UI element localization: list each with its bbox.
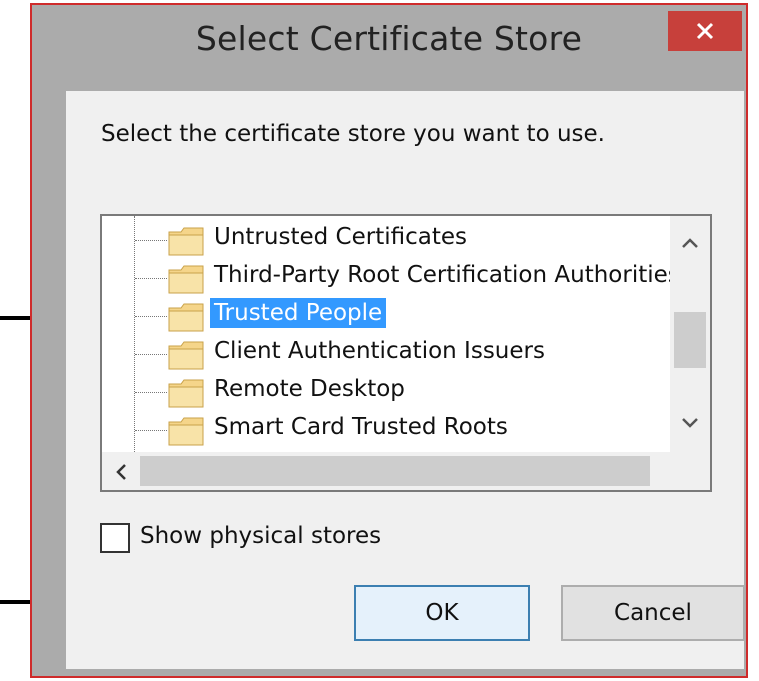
vertical-scrollbar[interactable] — [670, 216, 710, 452]
tree-item-remote-desktop[interactable]: Remote Desktop — [102, 372, 670, 410]
tree-connector — [135, 354, 167, 355]
chevron-down-icon[interactable] — [680, 416, 700, 430]
close-icon — [696, 22, 714, 40]
dialog-title: Select Certificate Store — [195, 19, 583, 58]
tree-item-untrusted-certificates[interactable]: Untrusted Certificates — [102, 220, 670, 258]
tree-item-label-selected: Trusted People — [210, 298, 387, 328]
cancel-button[interactable]: Cancel — [561, 585, 745, 641]
tree-item-third-party-root[interactable]: Third-Party Root Certification Authoriti… — [102, 258, 670, 296]
tree-connector — [135, 240, 167, 241]
show-physical-stores-label: Show physical stores — [140, 523, 382, 549]
folder-icon — [168, 417, 204, 446]
folder-icon — [168, 303, 204, 332]
tree-item-label: Third-Party Root Certification Authoriti… — [214, 262, 670, 288]
tree-connector — [135, 278, 167, 279]
tree-item-label: Remote Desktop — [214, 376, 405, 402]
tree-viewport: Untrusted Certificates Third-Party Root … — [102, 216, 670, 452]
certificate-store-tree[interactable]: Untrusted Certificates Third-Party Root … — [100, 214, 712, 492]
close-button[interactable] — [668, 11, 742, 51]
tree-item-label: Client Authentication Issuers — [214, 338, 545, 364]
horizontal-scrollbar[interactable] — [102, 452, 710, 490]
tree-item-trusted-people[interactable]: Trusted People — [102, 296, 670, 334]
chevron-left-icon[interactable] — [114, 462, 128, 482]
horizontal-scroll-thumb[interactable] — [140, 456, 650, 486]
show-physical-stores-checkbox[interactable] — [100, 523, 130, 553]
tree-item-label: Smart Card Trusted Roots — [214, 414, 508, 440]
vertical-scroll-thumb[interactable] — [674, 312, 706, 368]
dialog-body: Select the certificate store you want to… — [66, 91, 745, 669]
ok-button[interactable]: OK — [354, 585, 530, 641]
instruction-text: Select the certificate store you want to… — [101, 121, 605, 147]
folder-icon — [168, 379, 204, 408]
folder-icon — [168, 341, 204, 370]
folder-icon — [168, 265, 204, 294]
folder-icon — [168, 227, 204, 256]
select-certificate-store-dialog: Select Certificate Store Select the cert… — [30, 3, 748, 678]
tree-item-label: Untrusted Certificates — [214, 224, 467, 250]
tree-connector — [135, 316, 167, 317]
tree-connector — [135, 392, 167, 393]
chevron-up-icon[interactable] — [680, 236, 700, 250]
tree-connector — [135, 430, 167, 431]
tree-item-smart-card-trusted-roots[interactable]: Smart Card Trusted Roots — [102, 410, 670, 448]
scrollbar-corner — [670, 452, 710, 490]
tree-item-client-authentication-issuers[interactable]: Client Authentication Issuers — [102, 334, 670, 372]
